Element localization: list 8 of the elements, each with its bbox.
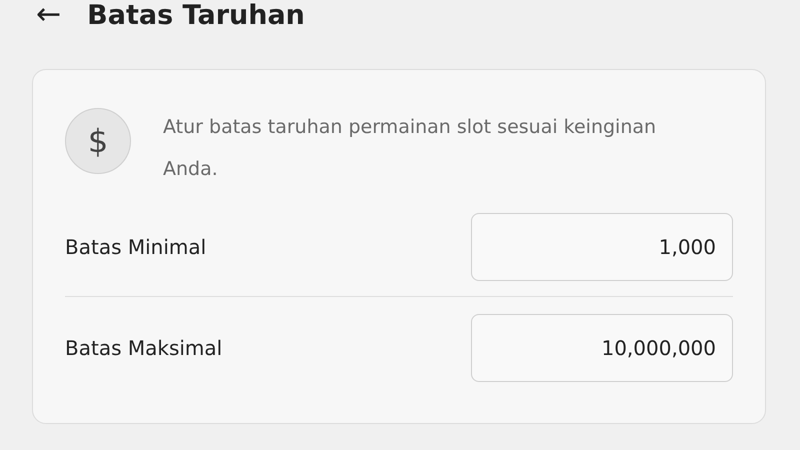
back-button[interactable]: ← [32,0,66,30]
input-field[interactable]: 10,000,000 [471,314,733,382]
input-field[interactable]: 1,000 [471,213,733,281]
field-label: Batas Maksimal [65,336,222,360]
field-label: Batas Minimal [65,235,206,259]
description-text: Atur batas taruhan permainan slot sesuai keinginan Anda. [163,115,658,182]
dollar-icon: $ [65,108,131,174]
page-title: Batas Taruhan [87,0,305,30]
